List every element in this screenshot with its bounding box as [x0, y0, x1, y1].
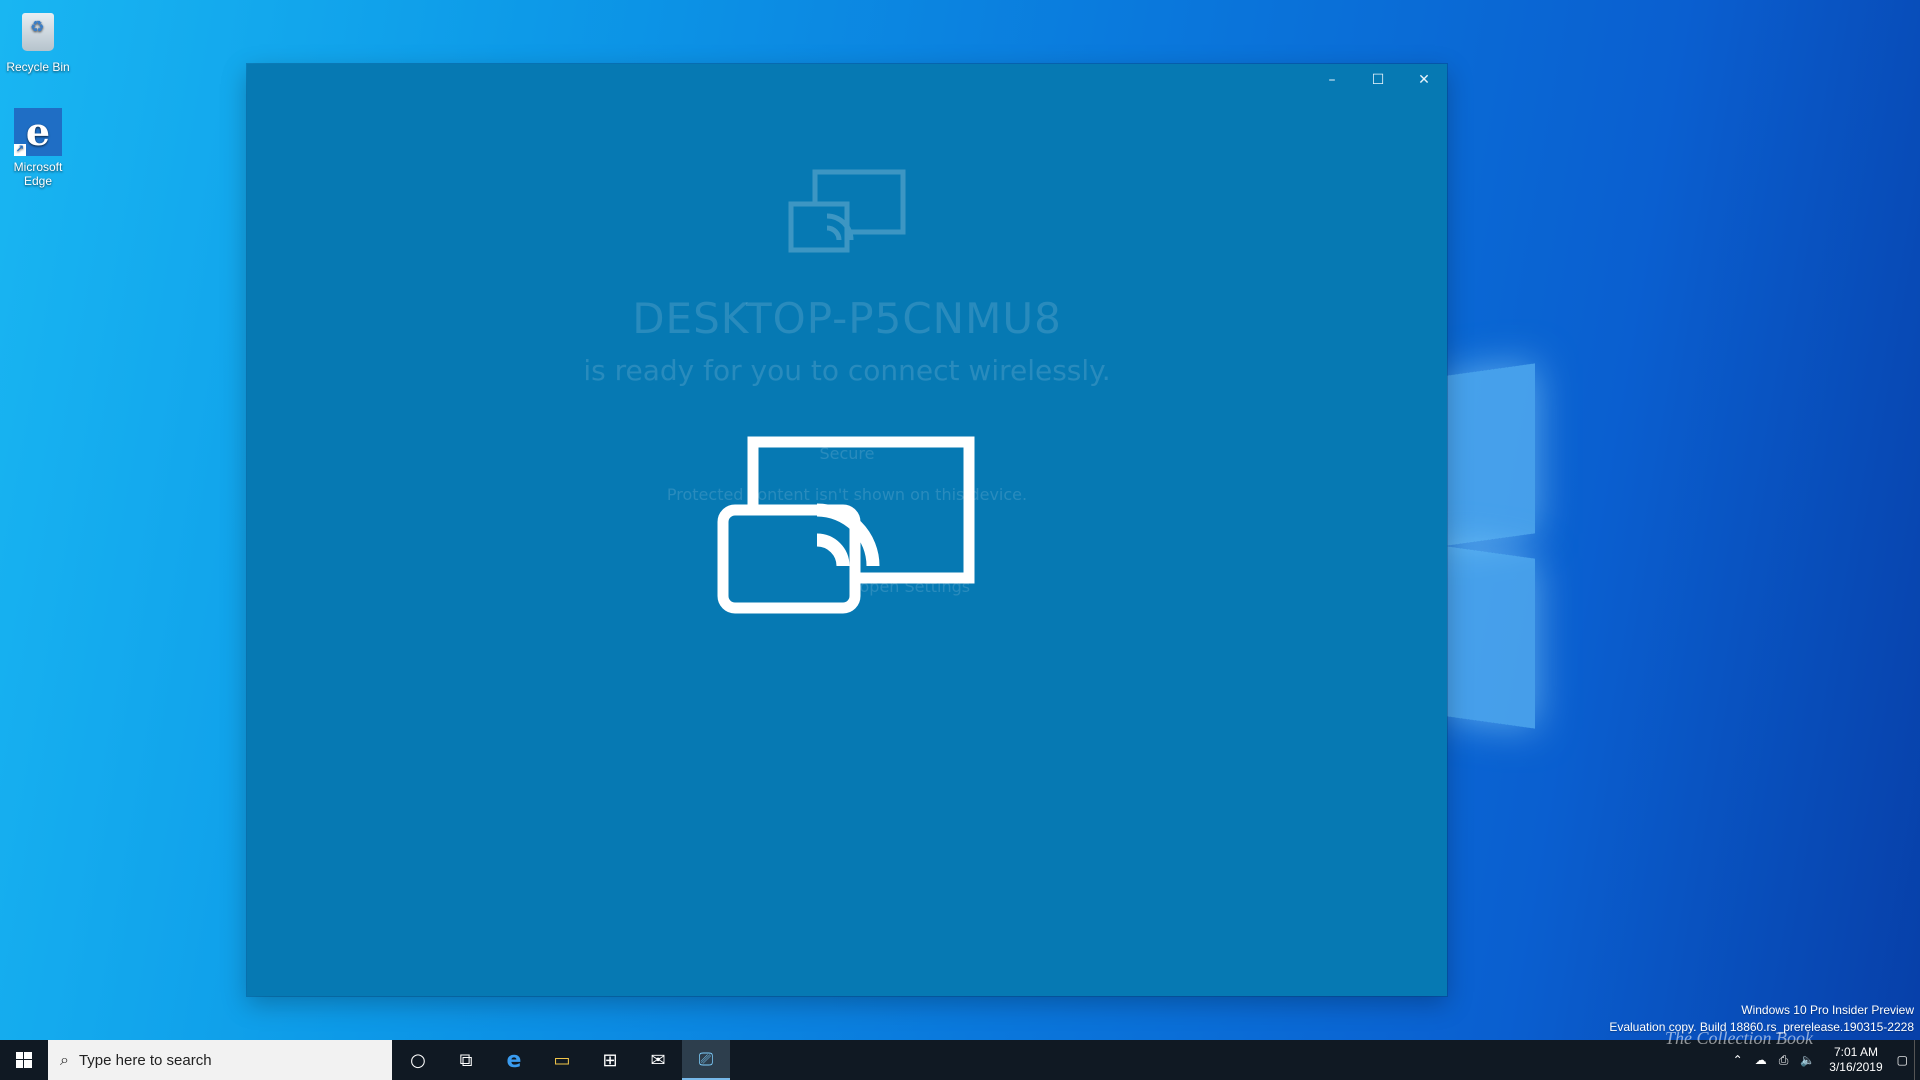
mail-icon: ✉: [650, 1049, 666, 1071]
show-hidden-icons-chevron-icon[interactable]: ⌃: [1727, 1053, 1749, 1067]
device-name: DESKTOP-P5CNMU8: [632, 294, 1062, 343]
action-center-icon[interactable]: ▢: [1891, 1053, 1914, 1067]
search-placeholder: Type here to search: [78, 1051, 212, 1069]
clock[interactable]: 7:01 AM 3/16/2019: [1821, 1045, 1890, 1075]
desktop-icon-label: Microsoft Edge: [13, 160, 63, 188]
wallpaper-windows-logo: [1440, 363, 1550, 740]
task-view-icon: ⧉: [459, 1049, 473, 1071]
folder-icon: ▭: [553, 1049, 571, 1071]
cast-icon-faint: [788, 169, 906, 253]
onedrive-icon[interactable]: ☁: [1749, 1053, 1773, 1067]
maximize-button[interactable]: ☐: [1355, 64, 1401, 96]
close-button[interactable]: ✕: [1401, 64, 1447, 96]
edge-icon: e ↗: [14, 108, 62, 156]
ready-message: is ready for you to connect wirelessly.: [583, 354, 1111, 387]
store-button[interactable]: ⊞: [586, 1040, 634, 1080]
caption-buttons: – ☐ ✕: [1309, 64, 1447, 96]
edge-icon: e: [506, 1047, 522, 1073]
windows-start-icon: [16, 1052, 32, 1068]
recycle-bin-icon: [14, 8, 62, 56]
clock-date: 3/16/2019: [1829, 1060, 1883, 1074]
desktop-icon-label: Recycle Bin: [6, 60, 70, 74]
connect-app-button[interactable]: ⎚: [682, 1040, 730, 1080]
edge-taskbar-button[interactable]: e: [490, 1040, 538, 1080]
clock-time: 7:01 AM: [1833, 1045, 1878, 1059]
cortana-button[interactable]: ○: [394, 1040, 442, 1080]
watermark-line-1: Windows 10 Pro Insider Preview: [1741, 1003, 1914, 1017]
search-icon: ⌕: [60, 1050, 69, 1069]
brand-overlay-logo: The Collection Book: [1665, 1028, 1813, 1048]
taskbar: ⌕ Type here to search ○ ⧉ e ▭ ⊞ ✉ ⎚ ⌃ ☁ …: [0, 1040, 1920, 1080]
desktop-icon-microsoft-edge[interactable]: e ↗ Microsoft Edge: [0, 108, 76, 188]
connect-app-window: – ☐ ✕ DESKTOP-P5CNMU8 is ready for you t…: [247, 64, 1447, 996]
volume-icon[interactable]: 🔈: [1794, 1053, 1821, 1067]
network-icon[interactable]: ⎙: [1773, 1053, 1795, 1068]
file-explorer-button[interactable]: ▭: [538, 1040, 586, 1080]
search-box[interactable]: ⌕ Type here to search: [48, 1040, 392, 1080]
show-desktop-button[interactable]: [1914, 1040, 1920, 1080]
start-button[interactable]: [0, 1040, 48, 1080]
connect-icon: ⎚: [698, 1048, 714, 1070]
desktop-icon-recycle-bin[interactable]: Recycle Bin: [0, 8, 76, 74]
minimize-button[interactable]: –: [1309, 64, 1355, 96]
mail-button[interactable]: ✉: [634, 1040, 682, 1080]
cast-icon: [717, 436, 975, 614]
task-view-button[interactable]: ⧉: [442, 1040, 490, 1080]
circle-icon: ○: [410, 1049, 426, 1071]
store-bag-icon: ⊞: [602, 1049, 618, 1071]
